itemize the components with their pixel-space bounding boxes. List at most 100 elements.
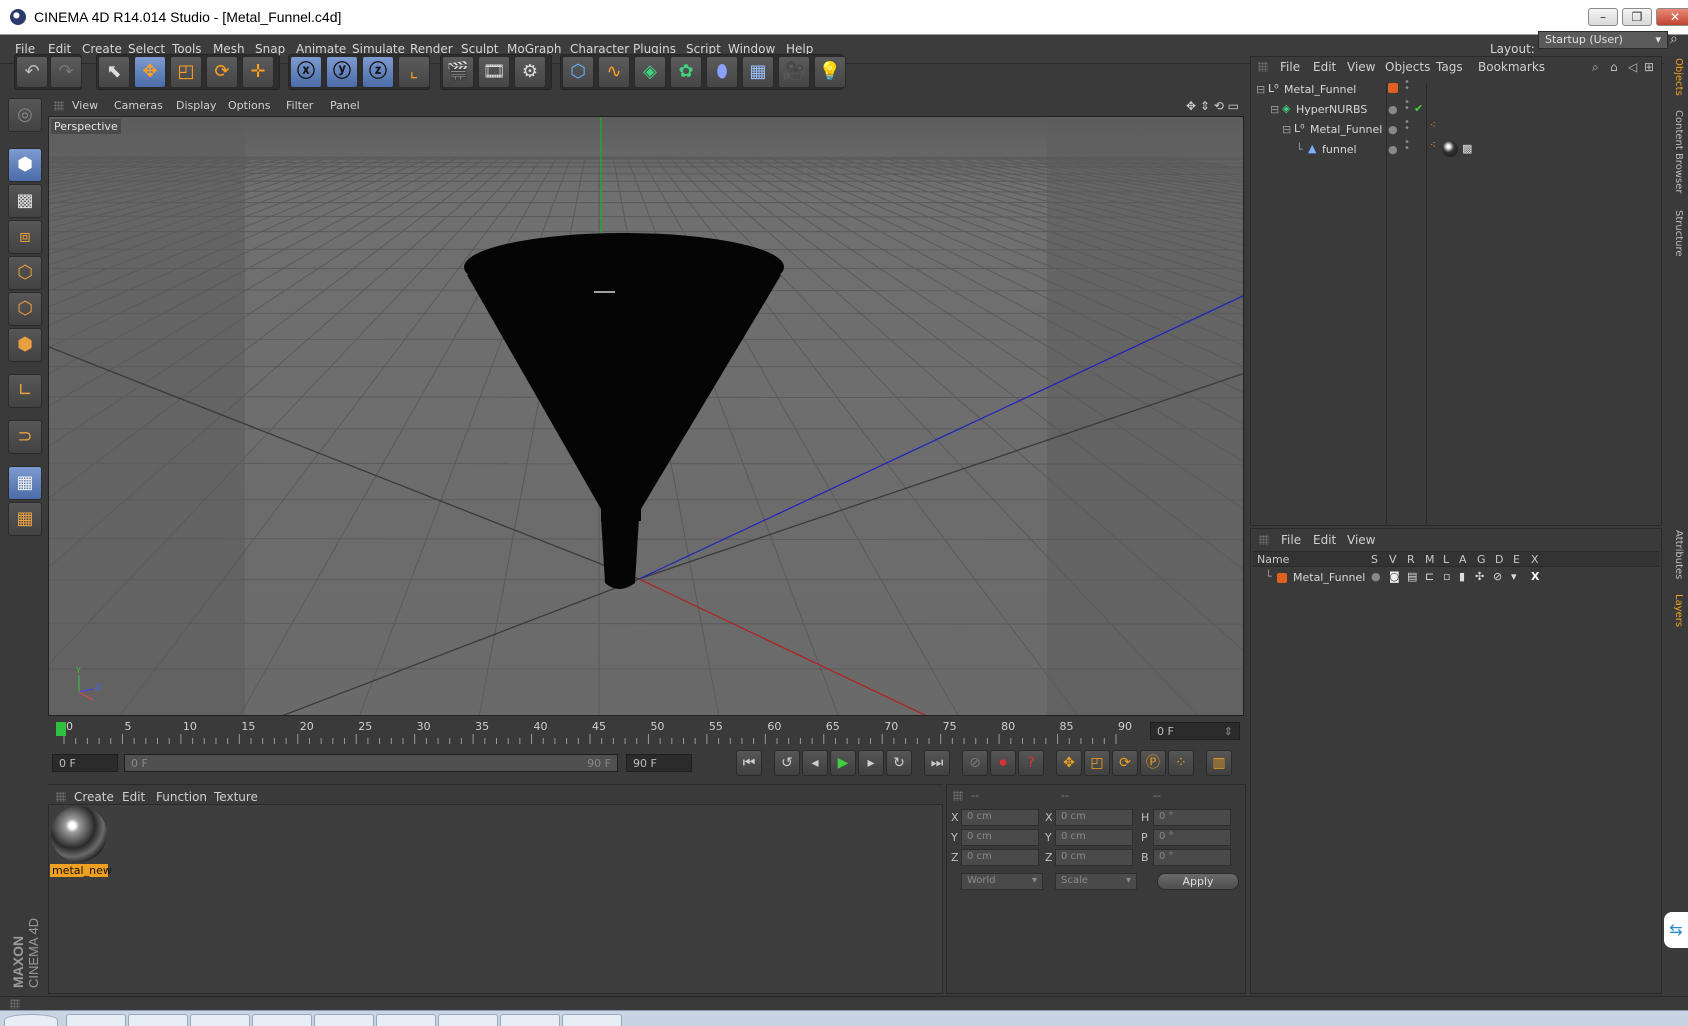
material-menu-edit[interactable]: Edit bbox=[122, 790, 145, 804]
col-view[interactable]: V bbox=[1389, 553, 1397, 566]
next-frame-icon[interactable]: ▸ bbox=[858, 750, 884, 776]
panel-grip[interactable] bbox=[54, 101, 64, 111]
texture-mode-icon[interactable]: ▩ bbox=[8, 184, 42, 218]
minimize-button[interactable]: – bbox=[1588, 8, 1618, 26]
layers-menu-file[interactable]: File bbox=[1281, 533, 1301, 547]
previous-key-icon[interactable]: ↺ bbox=[774, 750, 800, 776]
size-x-field[interactable]: 0 cm bbox=[1055, 809, 1133, 826]
object-row[interactable]: ⊟ L⁰ Metal_Funnel ● • • ⁖ bbox=[1252, 118, 1660, 140]
col-locked[interactable]: L bbox=[1443, 553, 1449, 566]
recent-tool-icon[interactable]: ✛ bbox=[242, 56, 274, 88]
key-parameter-icon[interactable]: Ⓟ bbox=[1140, 750, 1166, 776]
taskbar-app-button[interactable] bbox=[66, 1014, 126, 1026]
previous-frame-icon[interactable]: ◂ bbox=[802, 750, 828, 776]
back-icon[interactable]: ◁ bbox=[1628, 60, 1637, 74]
floor-object-icon[interactable]: ▦ bbox=[742, 56, 774, 88]
lock-icon[interactable]: ▫ bbox=[1443, 570, 1450, 583]
live-selection-icon[interactable]: ⬉ bbox=[98, 56, 130, 88]
taskbar-app-button[interactable] bbox=[128, 1014, 188, 1026]
key-position-icon[interactable]: ✥ bbox=[1056, 750, 1082, 776]
col-deformers[interactable]: D bbox=[1495, 553, 1503, 566]
cube-object-icon[interactable]: ⬡ bbox=[562, 56, 594, 88]
search-icon[interactable]: ⌕ bbox=[1670, 31, 1678, 47]
key-rotation-icon[interactable]: ⟳ bbox=[1112, 750, 1138, 776]
layout-dropdown[interactable]: Startup (User) ▾ bbox=[1538, 31, 1668, 49]
phong-tag-icon[interactable]: ⁖ bbox=[1430, 120, 1436, 131]
array-object-icon[interactable]: ✿ bbox=[670, 56, 702, 88]
rot-h-field[interactable]: 0 ° bbox=[1153, 809, 1231, 826]
points-mode-icon[interactable]: ⬡ bbox=[8, 256, 42, 290]
tab-attributes[interactable]: Attributes bbox=[1668, 530, 1684, 579]
workplane-mode-icon[interactable]: ⧈ bbox=[8, 220, 42, 254]
col-generators[interactable]: G bbox=[1477, 553, 1486, 566]
timeline-ruler[interactable]: 0 5 10 15 20 25 30 35 40 45 50 55 60 65 70 75 80 85 90 0 F… bbox=[48, 718, 1246, 746]
deformer-object-icon[interactable]: ⬮ bbox=[706, 56, 738, 88]
size-y-field[interactable]: 0 cm bbox=[1055, 829, 1133, 846]
objects-menu-tags[interactable]: Tags bbox=[1436, 60, 1463, 74]
rot-b-field[interactable]: 0 ° bbox=[1153, 849, 1231, 866]
taskbar-app-button[interactable] bbox=[438, 1014, 498, 1026]
new-window-icon[interactable]: ⊞ bbox=[1644, 60, 1654, 74]
layer-row[interactable]: └ Metal_Funnel ● ◙ ▤ ⊏ ▫ ▮ ✣ ⊘ ▾ X bbox=[1253, 569, 1659, 587]
viewport-nav-icons[interactable]: ✥ ⇕ ⟲ ▭ bbox=[1186, 99, 1239, 113]
home-icon[interactable]: ⌂ bbox=[1610, 60, 1618, 74]
size-mode-dropdown[interactable]: Scale ▾ bbox=[1055, 873, 1137, 890]
rotate-tool-icon[interactable]: ⟳ bbox=[206, 56, 238, 88]
material-menu-create[interactable]: Create bbox=[74, 790, 114, 804]
camera-object-icon[interactable]: 🎥 bbox=[778, 56, 810, 88]
object-row[interactable]: └ ▲ funnel ● • • ⁖ ▩ bbox=[1252, 138, 1660, 160]
move-tool-icon[interactable]: ✥ bbox=[134, 56, 166, 88]
col-animation[interactable]: A bbox=[1459, 553, 1467, 566]
panel-grip[interactable] bbox=[10, 999, 20, 1009]
coordinate-system-icon[interactable]: ⌞ bbox=[398, 56, 430, 88]
tweak-magnet-icon[interactable]: ⊃ bbox=[8, 420, 42, 454]
restore-button[interactable]: ❐ bbox=[1622, 8, 1652, 26]
viewport-menu-filter[interactable]: Filter bbox=[286, 99, 313, 112]
render-view-icon[interactable]: 🎬 bbox=[442, 56, 474, 88]
phong-tag-icon[interactable]: ⁖ bbox=[1430, 140, 1436, 151]
animation-film-icon[interactable]: ▮ bbox=[1459, 570, 1465, 583]
go-to-end-icon[interactable]: ⏭ bbox=[924, 750, 950, 776]
start-button[interactable] bbox=[4, 1014, 58, 1026]
viewport-menu-view[interactable]: View bbox=[72, 99, 98, 112]
make-editable-icon[interactable]: ◎ bbox=[8, 98, 42, 132]
edges-mode-icon[interactable]: ⬡ bbox=[8, 292, 42, 326]
panel-grip[interactable] bbox=[953, 791, 963, 801]
material-menu-function[interactable]: Function bbox=[156, 790, 207, 804]
x-axis-lock-icon[interactable]: ⓧ bbox=[290, 56, 322, 88]
viewport-menu-cameras[interactable]: Cameras bbox=[114, 99, 163, 112]
end-frame-field[interactable]: 90 F bbox=[626, 754, 692, 772]
col-name[interactable]: Name bbox=[1257, 553, 1289, 566]
taskbar-app-button[interactable] bbox=[314, 1014, 374, 1026]
spline-pen-icon[interactable]: ∿ bbox=[598, 56, 630, 88]
tab-structure[interactable]: Structure bbox=[1668, 210, 1684, 257]
panel-grip[interactable] bbox=[1258, 62, 1268, 72]
key-point-level-icon[interactable]: ⁘ bbox=[1168, 750, 1194, 776]
taskbar-app-button[interactable] bbox=[252, 1014, 312, 1026]
view-eye-icon[interactable]: ◙ bbox=[1389, 570, 1400, 583]
pos-z-field[interactable]: 0 cm bbox=[961, 849, 1039, 866]
tab-objects[interactable]: Objects bbox=[1668, 58, 1684, 96]
keyframe-selection-icon[interactable]: ? bbox=[1018, 750, 1044, 776]
objects-menu-objects[interactable]: Objects bbox=[1385, 60, 1430, 74]
visibility-dots-icon[interactable]: • • bbox=[1404, 98, 1410, 114]
viewport-menu-display[interactable]: Display bbox=[176, 99, 217, 112]
preview-range-slider[interactable]: 0 F 90 F bbox=[124, 754, 618, 772]
generator-icon[interactable]: ✣ bbox=[1475, 570, 1484, 583]
render-clapper-icon[interactable]: ▤ bbox=[1407, 570, 1417, 583]
col-expressions[interactable]: E bbox=[1513, 553, 1520, 566]
objects-menu-file[interactable]: File bbox=[1280, 60, 1300, 74]
remote-support-icon[interactable]: ⇆ bbox=[1664, 912, 1688, 948]
taskbar-app-button[interactable] bbox=[376, 1014, 436, 1026]
objects-menu-bookmarks[interactable]: Bookmarks bbox=[1478, 60, 1545, 74]
apply-button[interactable]: Apply bbox=[1157, 873, 1239, 890]
panel-grip[interactable] bbox=[1259, 535, 1269, 545]
record-keys-icon[interactable]: ⊘ bbox=[962, 750, 988, 776]
polygons-mode-icon[interactable]: ⬢ bbox=[8, 328, 42, 362]
size-z-field[interactable]: 0 cm bbox=[1055, 849, 1133, 866]
manager-tree-icon[interactable]: ⊏ bbox=[1425, 570, 1434, 583]
close-button[interactable]: ✕ bbox=[1656, 8, 1688, 26]
render-picture-viewer-icon[interactable]: 🎞 bbox=[478, 56, 510, 88]
material-tag-icon[interactable] bbox=[1442, 141, 1458, 157]
visibility-dots-icon[interactable]: • • bbox=[1404, 118, 1410, 134]
